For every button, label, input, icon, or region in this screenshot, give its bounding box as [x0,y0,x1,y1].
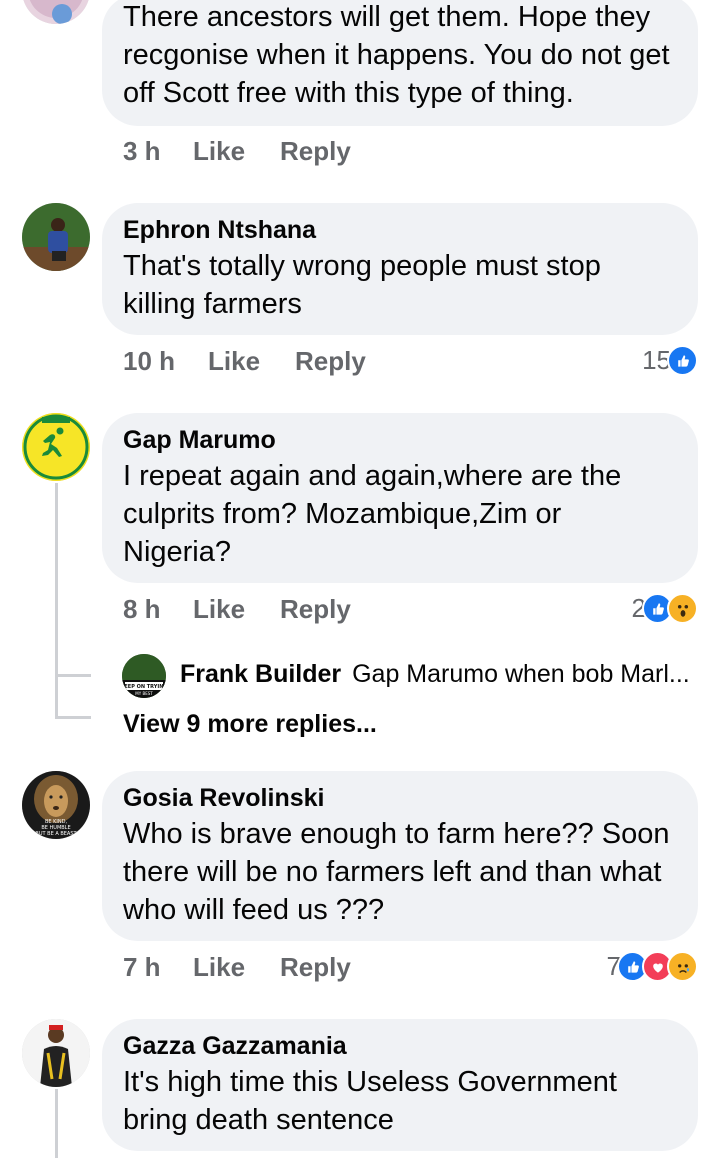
comment-author[interactable]: Gazza Gazzamania [123,1029,676,1063]
comment-author[interactable]: Gap Marumo [123,423,676,457]
comment-meta: 8 h Like Reply [123,594,351,625]
comment-text: That's totally wrong people must stop ki… [123,250,601,320]
thread-line [55,676,58,718]
reply-snippet: Gap Marumo when bob Marl... [352,660,690,688]
reaction-summary[interactable]: 7 [607,951,698,982]
reply-author[interactable]: Frank Builder [180,660,341,688]
avatar[interactable] [22,0,90,24]
like-link[interactable]: Like [193,136,245,167]
comment-meta: 10 h Like Reply [123,346,366,377]
comment-bubble: Ephron Ntshana That's totally wrong peop… [102,203,698,335]
avatar[interactable]: BE KIND, BE HUMBLE BUT BE A BEAST [22,771,90,839]
reply-link[interactable]: Reply [280,952,351,983]
like-link[interactable]: Like [193,594,245,625]
reply-link[interactable]: Reply [280,136,351,167]
reaction-summary[interactable]: 15 [642,345,698,376]
reaction-summary[interactable]: 2 [632,593,698,624]
comment-bubble: There ancestors will get them. Hope they… [102,0,698,126]
comment-author[interactable]: Ephron Ntshana [123,213,676,247]
like-link[interactable]: Like [208,346,260,377]
svg-text:KEEP ON TRYING: KEEP ON TRYING [122,684,166,690]
comment-bubble: Gosia Revolinski Who is brave enough to … [102,771,698,941]
comment-text: I repeat again and again,where are the c… [123,460,622,568]
reply-link[interactable]: Reply [280,594,351,625]
view-more-replies-link[interactable]: View 9 more replies... [123,710,377,739]
avatar[interactable] [22,1019,90,1087]
avatar[interactable] [22,413,90,481]
like-link[interactable]: Like [193,952,245,983]
comment-text: It's high time this Useless Government b… [123,1066,617,1136]
wow-icon [667,593,698,624]
reply-preview[interactable]: Frank Builder Gap Marumo when bob Marl..… [180,660,690,689]
thread-line [55,716,91,719]
svg-text:MY BEST: MY BEST [135,691,153,696]
comment-bubble: Gazza Gazzamania It's high time this Use… [102,1019,698,1151]
reply-avatar[interactable]: KEEP ON TRYING MY BEST [122,654,166,698]
timestamp: 7 h [123,952,161,982]
comment-meta: 7 h Like Reply [123,952,351,983]
comment-bubble: Gap Marumo I repeat again and again,wher… [102,413,698,583]
thread-line [55,674,91,677]
comment-meta: 3 h Like Reply [123,136,351,167]
reply-link[interactable]: Reply [295,346,366,377]
sad-icon [667,951,698,982]
thread-line [55,483,58,677]
svg-text:BUT BE A BEAST: BUT BE A BEAST [35,831,77,837]
comment-text: Who is brave enough to farm here?? Soon … [123,818,670,926]
comment-text: There ancestors will get them. Hope they… [123,1,670,109]
timestamp: 8 h [123,594,161,624]
comment-author[interactable]: Gosia Revolinski [123,781,676,815]
avatar[interactable] [22,203,90,271]
timestamp: 3 h [123,136,161,166]
timestamp: 10 h [123,346,176,376]
like-icon [667,345,698,376]
thread-line [55,1089,58,1158]
